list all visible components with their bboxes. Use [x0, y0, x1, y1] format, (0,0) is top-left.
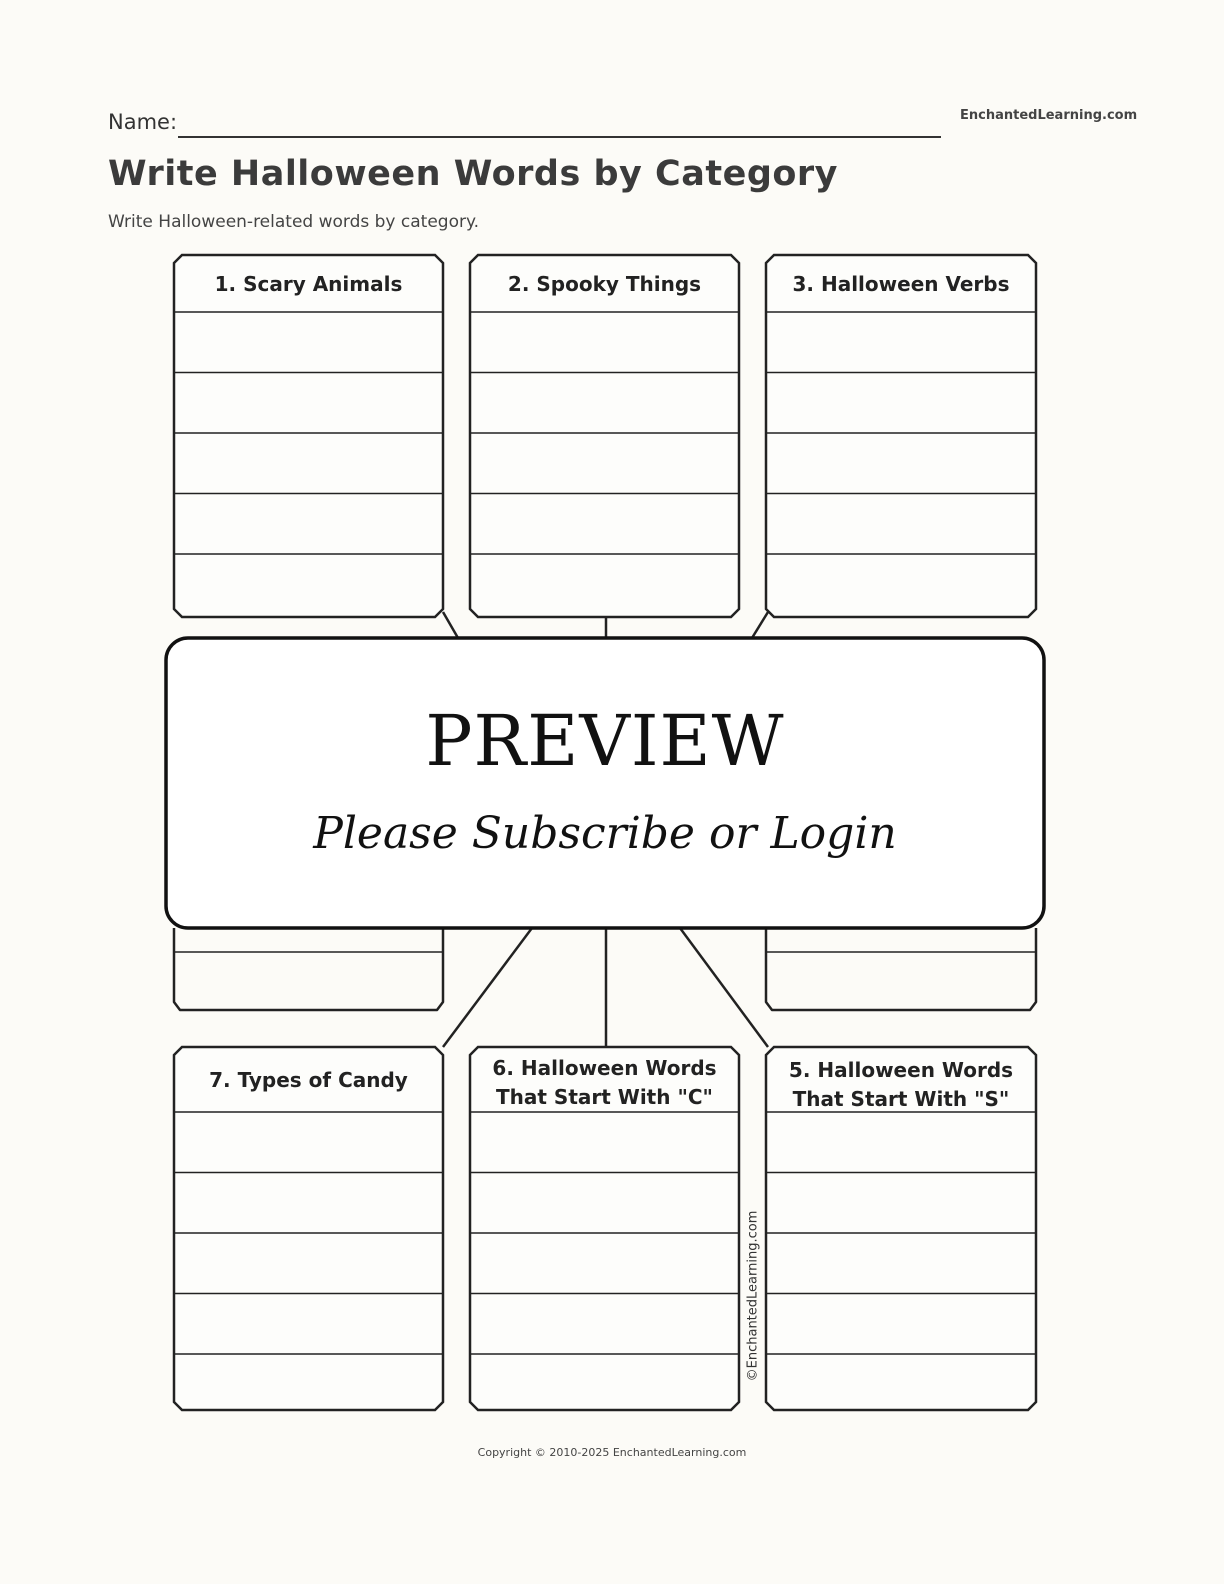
category-box-2: [468, 253, 741, 619]
preview-title: PREVIEW: [425, 700, 785, 782]
preview-overlay[interactable]: PREVIEW Please Subscribe or Login: [166, 638, 1044, 928]
box-6-title-line2: That Start With "C": [496, 1085, 713, 1109]
box-7-title: 7. Types of Candy: [209, 1068, 408, 1092]
box-6-title: 6. Halloween Words That Start With "C": [470, 1054, 739, 1112]
box-5-title-line2: That Start With "S": [792, 1087, 1010, 1111]
subscribe-login-prompt[interactable]: Please Subscribe or Login: [166, 808, 1044, 859]
category-box-8-partial: [172, 928, 445, 1012]
category-box-4-partial: [764, 928, 1038, 1012]
category-box-3: [764, 253, 1038, 619]
copyright: Copyright © 2010-2025 EnchantedLearning.…: [477, 1446, 747, 1459]
box-5-title: 5. Halloween Words That Start With "S": [766, 1056, 1036, 1114]
box-3-title: 3. Halloween Verbs: [792, 272, 1010, 296]
box-2-title: 2. Spooky Things: [507, 272, 702, 296]
connector-line: [441, 927, 534, 1048]
connector-line: [678, 927, 770, 1048]
category-box-7: [172, 1045, 445, 1412]
connector-line: [750, 611, 770, 639]
box-1-title: 1. Scary Animals: [214, 272, 403, 296]
side-credit: ©EnchantedLearning.com: [745, 1210, 761, 1382]
box-6-title-line1: 6. Halloween Words: [492, 1056, 717, 1080]
connector-line: [441, 611, 460, 639]
category-box-1: [172, 253, 445, 619]
box-5-title-line1: 5. Halloween Words: [788, 1058, 1014, 1082]
